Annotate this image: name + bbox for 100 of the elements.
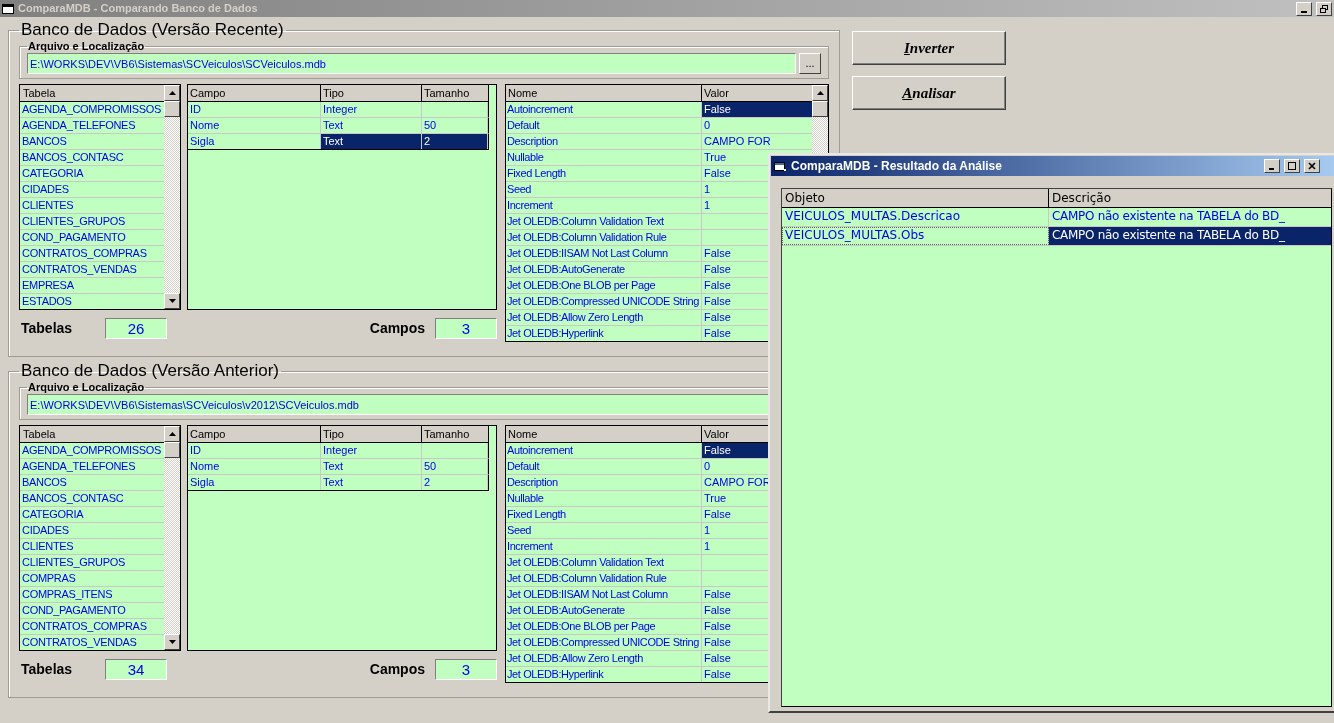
- column-header: Campo: [188, 85, 321, 101]
- up-arrow-icon: [816, 91, 824, 95]
- path-field[interactable]: E:\WORKS\DEV\VB6\Sistemas\SCVeiculos\SCVeiculos.mdb: [27, 53, 796, 74]
- frame-title: Banco de Dados (Versão Recente): [20, 20, 285, 40]
- fields-label: Campos: [369, 659, 425, 679]
- scrollbar-thumb[interactable]: [164, 101, 180, 117]
- table-cell-text: 1: [703, 539, 712, 554]
- tables-count: 34: [105, 658, 167, 680]
- table-cell-text: 0: [703, 459, 712, 474]
- table-cell: 50: [422, 459, 488, 474]
- table-cell-text: False: [703, 587, 732, 602]
- table-cell: Text: [321, 134, 422, 149]
- action-button[interactable]: Analisar: [852, 76, 1006, 110]
- column-header: Tipo: [321, 85, 422, 101]
- table-cell-text: 1: [703, 182, 712, 197]
- table-cell: Jet OLEDB:One BLOB per Page: [506, 278, 702, 293]
- minimize-button[interactable]: [1264, 159, 1280, 173]
- table-cell: 2: [422, 134, 488, 149]
- scrollbar-thumb[interactable]: [812, 101, 828, 117]
- table-cell-text: False: [703, 667, 732, 682]
- frame-title: Arquivo e Localização: [27, 381, 146, 394]
- table-cell: Nome: [188, 459, 321, 474]
- tables-label: Tabelas: [21, 318, 74, 338]
- table-cell: Seed: [506, 182, 702, 197]
- scroll-down-button[interactable]: [164, 293, 180, 309]
- table-cell: Integer: [321, 102, 422, 117]
- table-cell-text: CAMPO FOR: [703, 134, 772, 149]
- scroll-up-button[interactable]: [812, 85, 828, 101]
- window-title: ComparaMDB - Resultado da Análise: [791, 158, 1002, 175]
- table-cell: Seed: [506, 523, 702, 538]
- table-cell-text: False: [703, 278, 732, 293]
- column-header: Tamanho: [422, 426, 489, 442]
- column-header: Campo: [188, 426, 321, 442]
- table-cell-text: 0: [703, 118, 712, 133]
- browse-button[interactable]: ...: [799, 53, 821, 74]
- tables-count: 26: [105, 317, 167, 339]
- table-cell-text: False: [703, 635, 732, 650]
- table-cell: Jet OLEDB:Compressed UNICODE String: [506, 635, 702, 650]
- fields-count: 3: [435, 658, 497, 680]
- close-button[interactable]: [1304, 159, 1320, 173]
- table-cell: Text: [321, 459, 422, 474]
- window-icon: [2, 3, 14, 14]
- table-cell: Jet OLEDB:IISAM Not Last Column: [506, 246, 702, 261]
- minimize-button[interactable]: [1296, 1, 1312, 16]
- table-cell-text: True: [703, 491, 728, 506]
- table-cell: Increment: [506, 539, 702, 554]
- restore-button[interactable]: [1316, 1, 1332, 16]
- column-header: Nome: [506, 426, 702, 442]
- table-cell: Jet OLEDB:One BLOB per Page: [506, 619, 702, 634]
- table-cell-text: False: [703, 262, 732, 277]
- table-cell: Jet OLEDB:Column Validation Text: [506, 555, 702, 570]
- table-cell: Jet OLEDB:Column Validation Rule: [506, 230, 702, 245]
- table-cell: ID: [188, 102, 321, 117]
- table-cell-text: False: [703, 326, 732, 341]
- table-cell-text: CAMPO não existente na TABELA do BD_: [1051, 208, 1286, 225]
- table-cell-text: False: [703, 294, 732, 309]
- column-header: Tabela: [20, 426, 164, 443]
- column-header: Nome: [506, 85, 702, 101]
- table-cell-text: 1: [703, 523, 712, 538]
- scroll-down-button[interactable]: [164, 634, 180, 650]
- table-cell: 50: [422, 118, 488, 133]
- column-header: Tabela: [20, 85, 164, 102]
- scroll-up-button[interactable]: [164, 426, 180, 442]
- fields-count: 3: [435, 317, 497, 339]
- frame-title: Arquivo e Localização: [27, 40, 146, 53]
- table-cell: Description: [506, 475, 702, 490]
- column-header: Objeto: [782, 189, 1049, 207]
- table-cell-text: False: [703, 310, 732, 325]
- table-cell: Jet OLEDB:Allow Zero Length: [506, 651, 702, 666]
- up-arrow-icon: [168, 432, 176, 436]
- scrollbar-thumb[interactable]: [164, 442, 180, 458]
- column-header: Valor: [703, 86, 730, 101]
- minimize-icon: [1301, 10, 1307, 13]
- down-arrow-icon: [168, 640, 176, 644]
- table-cell: VEICULOS_MULTAS.Obs: [782, 227, 1049, 245]
- up-arrow-icon: [168, 91, 176, 95]
- table-cell: 2: [422, 475, 488, 490]
- table-cell-text: False: [703, 507, 732, 522]
- scroll-up-button[interactable]: [164, 85, 180, 101]
- maximize-button[interactable]: [1284, 159, 1300, 173]
- table-cell: Default: [506, 118, 702, 133]
- table-cell: ID: [188, 443, 321, 458]
- down-arrow-icon: [168, 299, 176, 303]
- table-cell: Jet OLEDB:AutoGenerate: [506, 603, 702, 618]
- table-cell: Jet OLEDB:IISAM Not Last Column: [506, 587, 702, 602]
- action-button[interactable]: Inverter: [852, 31, 1006, 65]
- table-cell: Nullable: [506, 491, 702, 506]
- table-cell-text: False: [703, 603, 732, 618]
- table-cell: Description: [506, 134, 702, 149]
- window-icon: [774, 160, 787, 172]
- restore-icon: [1320, 4, 1328, 13]
- table-cell: Text: [321, 118, 422, 133]
- window-title: ComparaMDB - Comparando Banco de Dados: [18, 1, 258, 17]
- table-cell: Jet OLEDB:AutoGenerate: [506, 262, 702, 277]
- table-cell: Text: [321, 475, 422, 490]
- tables-label: Tabelas: [21, 659, 74, 679]
- column-header: Tipo: [321, 426, 422, 442]
- table-cell: Jet OLEDB:Allow Zero Length: [506, 310, 702, 325]
- close-icon: [1308, 162, 1316, 170]
- frame-title: Banco de Dados (Versão Anterior): [20, 361, 280, 381]
